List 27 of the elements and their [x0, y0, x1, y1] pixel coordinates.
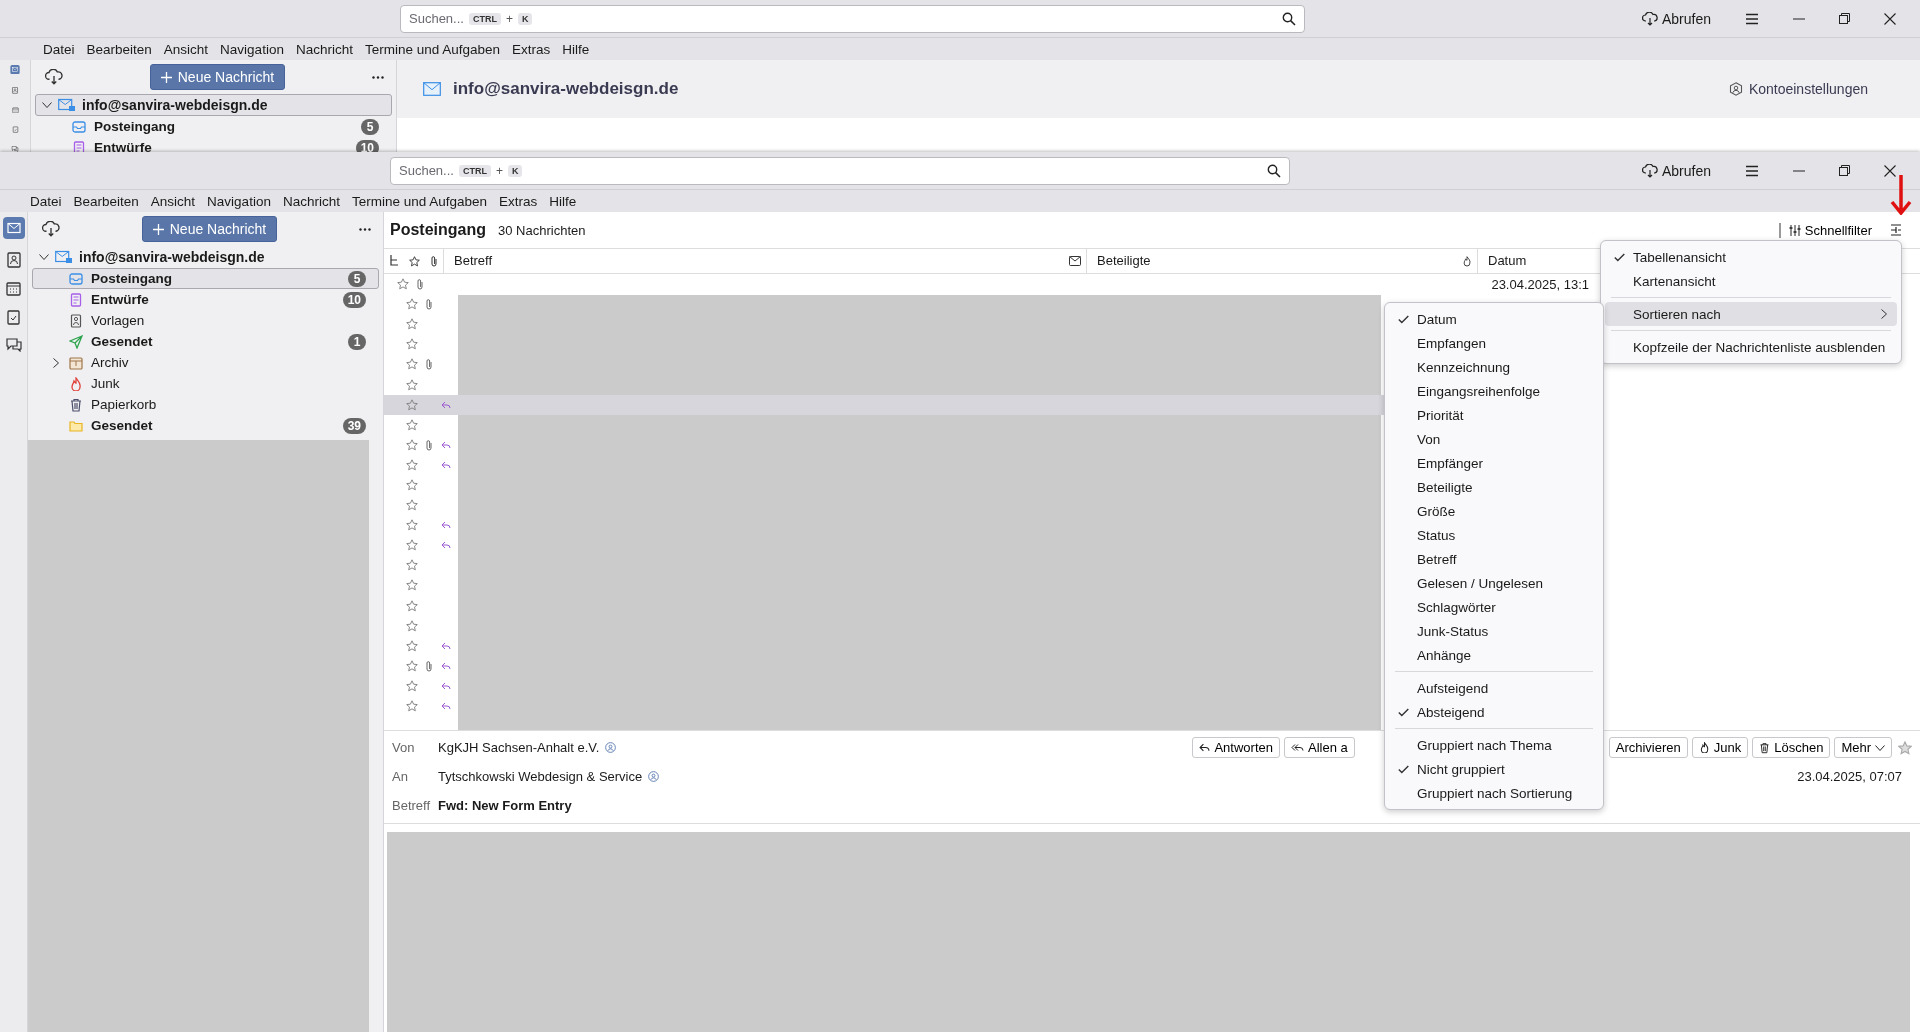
field-value: Fwd: New Form Entry	[438, 798, 572, 813]
unread-count: 10	[355, 139, 379, 152]
key-label: K	[517, 12, 533, 25]
folder-title: Posteingang	[390, 221, 486, 239]
field-value: Tytschkowski Webdesign & Service	[438, 769, 643, 784]
key-joiner: +	[505, 11, 513, 26]
unread-count: 10	[342, 291, 366, 308]
unread-count: 39	[342, 417, 366, 434]
key-joiner: +	[495, 163, 503, 178]
field-label: An	[392, 769, 409, 784]
account-name: info@sanvira-webdeisgn.de	[79, 249, 265, 265]
field-label: Von	[392, 740, 416, 755]
unread-count: 5	[348, 270, 366, 287]
message-count: 30 Nachrichten	[498, 222, 586, 238]
unread-count: 5	[361, 118, 379, 135]
message-date: 23.04.2025, 07:07	[1797, 769, 1902, 784]
field-label: Betreff	[392, 798, 432, 813]
unread-count: 1	[348, 333, 366, 350]
search-placeholder: Suchen...	[409, 11, 464, 26]
account-name: info@sanvira-webdeisgn.de	[82, 97, 268, 113]
date-cell: 23.04.2025, 13:1	[1491, 276, 1589, 292]
account-title: info@sanvira-webdeisgn.de	[453, 79, 679, 99]
key-label: K	[507, 164, 523, 177]
field-value: KgKJH Sachsen-Anhalt e.V.	[438, 740, 600, 755]
search-placeholder: Suchen...	[399, 163, 454, 178]
key-label: CTRL	[468, 12, 501, 25]
key-label: CTRL	[458, 164, 491, 177]
